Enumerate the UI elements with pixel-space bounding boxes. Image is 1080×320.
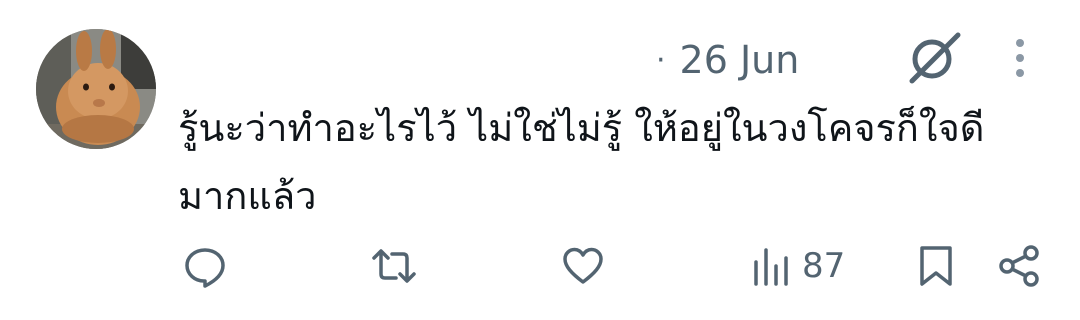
bookmark-icon [920,246,952,286]
like-button[interactable] [561,236,605,296]
share-icon [999,245,1039,287]
action-bar: 87 [0,236,1080,296]
grok-icon[interactable] [906,31,962,85]
reply-button[interactable] [183,236,227,296]
tweet-date[interactable]: 26 Jun [680,38,800,82]
bookmark-button[interactable] [918,236,954,296]
date-separator: · [656,42,666,78]
more-dot [1016,69,1024,77]
heart-icon [563,247,603,284]
retweet-button[interactable] [370,236,418,296]
more-options-icon[interactable] [1006,36,1034,80]
avatar[interactable] [36,29,156,149]
more-dot [1016,39,1024,47]
views-button[interactable]: 87 [752,236,845,296]
tweet-text: รู้นะว่าทำอะไรไว้ ไม่ใช่ไม่รู้ ให้อยู่ใน… [178,106,985,218]
views-count: 87 [802,246,846,286]
rabbit-avatar-image [36,29,156,149]
reply-icon [185,248,225,288]
tweet-meta: · 26 Jun [656,38,799,82]
more-dot [1016,54,1024,62]
views-icon [754,248,788,286]
share-button[interactable] [998,236,1040,296]
retweet-icon [372,249,416,283]
